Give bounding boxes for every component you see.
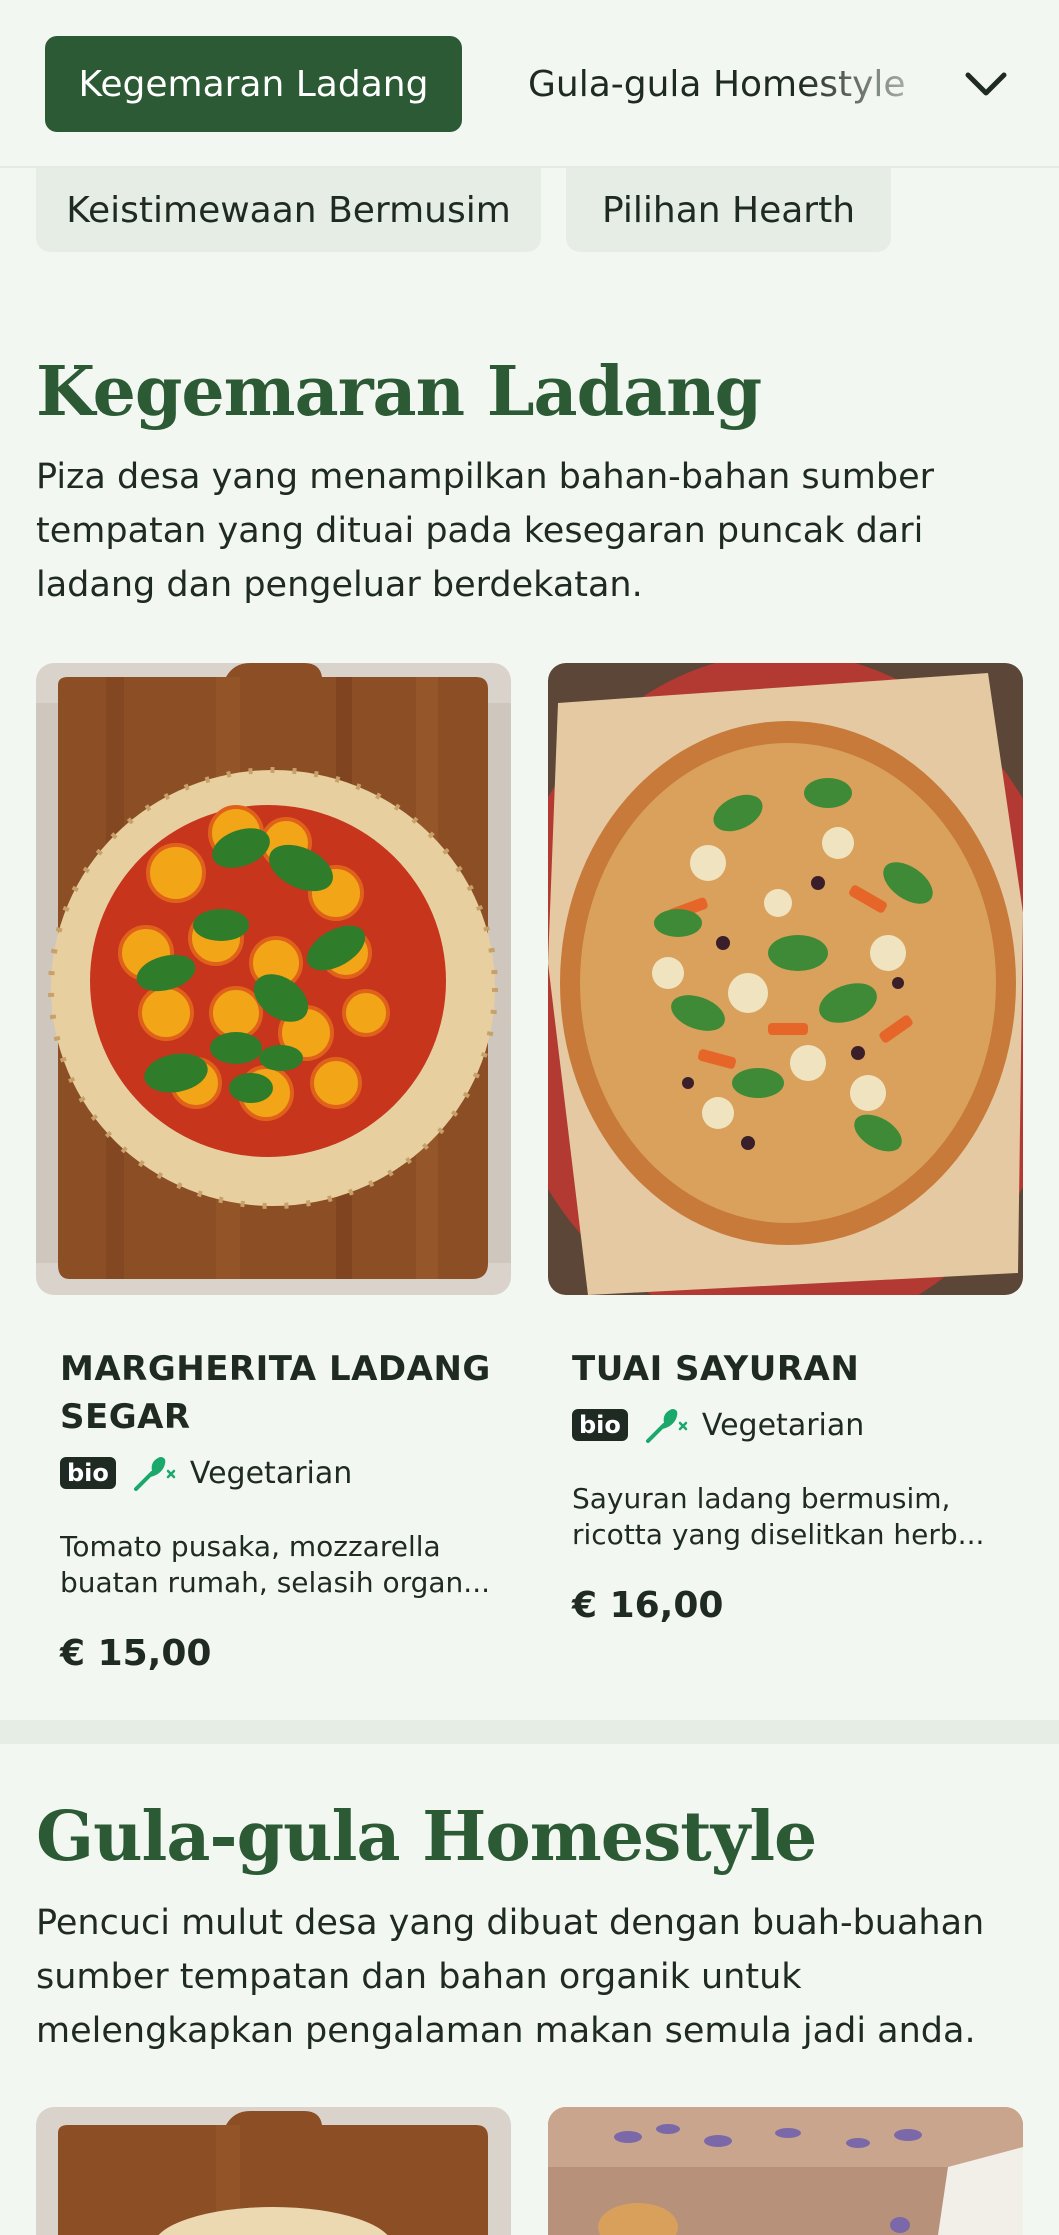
menu-item-card[interactable]: TUAI SAYURAN bio Vegetarian Sayuran lada…: [572, 1345, 1032, 1626]
section-description: Pencuci mulut desa yang dibuat dengan bu…: [36, 1903, 985, 2051]
item-name: MARGHERITA LADANG SEGAR: [60, 1349, 491, 1437]
margherita-pizza-image[interactable]: [36, 663, 511, 1295]
item-description: Tomato pusaka, mozzarella buatan rumah, …: [60, 1530, 490, 1599]
category-tab-bar: Kegemaran Ladang Gula-gula Homestyle: [0, 0, 1059, 168]
dessert-image[interactable]: [36, 2107, 511, 2235]
bio-badge: bio: [572, 1409, 628, 1441]
section-title: Gula-gula Homestyle: [36, 1797, 817, 1877]
tab-pilihan-hearth[interactable]: Pilihan Hearth: [566, 168, 891, 252]
item-badges: bio Vegetarian: [60, 1453, 520, 1493]
item-description: Sayuran ladang bermusim, ricotta yang di…: [572, 1482, 985, 1551]
tab-gula-gula-homestyle[interactable]: Gula-gula Homestyle: [528, 36, 908, 132]
vegetarian-leaf-icon: [133, 1457, 176, 1491]
diet-label: Vegetarian: [189, 1455, 353, 1491]
vegetarian-leaf-icon: [645, 1409, 688, 1443]
tab-keistimewaan-bermusim[interactable]: Keistimewaan Bermusim: [36, 168, 541, 252]
category-tab-row-2: Keistimewaan Bermusim Pilihan Hearth: [0, 168, 1059, 252]
item-badges: bio Vegetarian: [572, 1405, 1032, 1445]
dessert-image[interactable]: [548, 2107, 1023, 2235]
menu-item-card[interactable]: MARGHERITA LADANG SEGAR bio Vegetarian T…: [60, 1345, 520, 1674]
diet-label: Vegetarian: [701, 1407, 865, 1443]
tab-kegemaran-ladang[interactable]: Kegemaran Ladang: [45, 36, 462, 132]
section-title: Kegemaran Ladang: [36, 352, 762, 432]
chevron-down-icon[interactable]: [960, 58, 1012, 110]
section-description: Piza desa yang menampilkan bahan-bahan s…: [36, 457, 935, 605]
item-price: € 15,00: [60, 1633, 212, 1674]
item-price: € 16,00: [572, 1585, 724, 1626]
vegetable-pizza-image[interactable]: [548, 663, 1023, 1295]
bio-badge: bio: [60, 1457, 116, 1489]
section-divider: [0, 1720, 1059, 1744]
item-name: TUAI SAYURAN: [572, 1349, 860, 1389]
